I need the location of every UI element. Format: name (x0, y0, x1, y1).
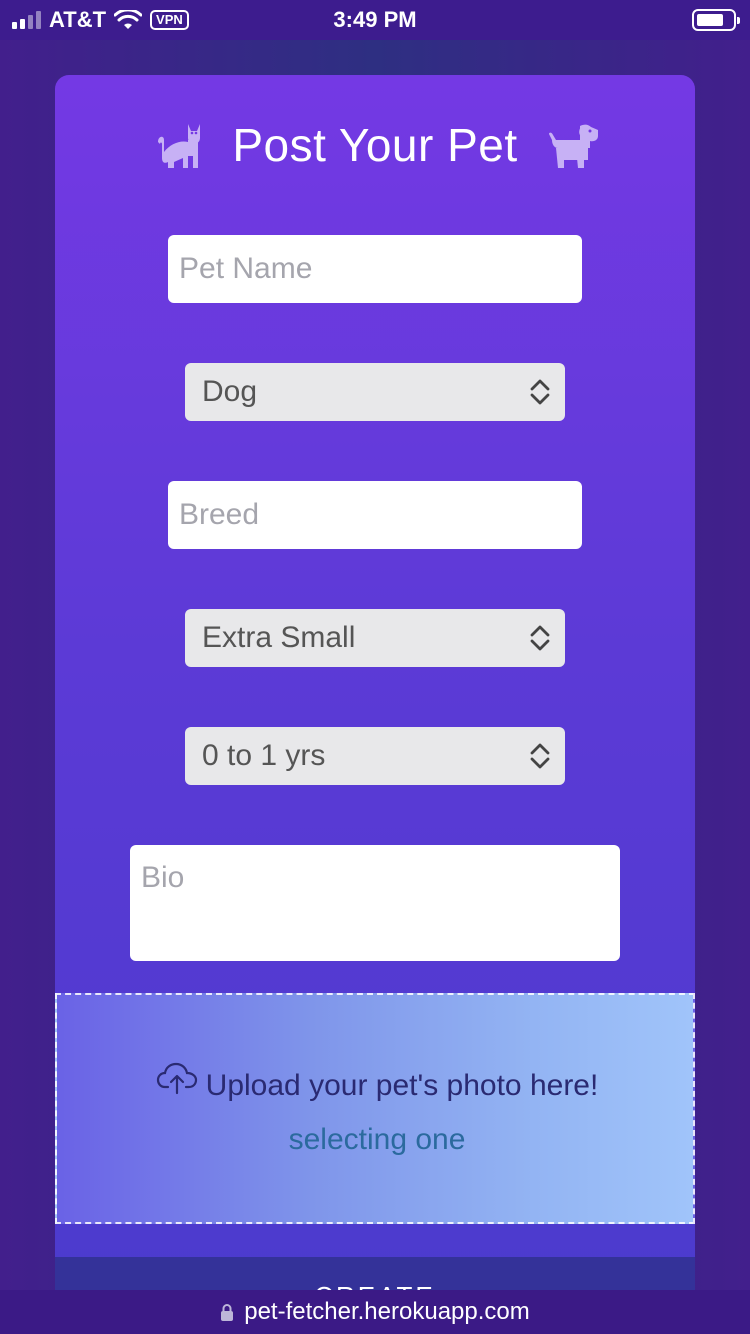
photo-dropzone[interactable]: Upload your pet's photo here! selecting … (55, 993, 695, 1224)
size-select[interactable]: Extra Small (185, 609, 565, 667)
dog-icon (548, 124, 598, 168)
title-row: Post Your Pet (55, 115, 695, 175)
cat-icon (158, 124, 201, 168)
cloud-upload-icon (156, 1062, 197, 1095)
species-selected-value: Dog (202, 375, 258, 408)
bio-textarea[interactable] (130, 845, 620, 961)
browser-url-bar[interactable]: pet-fetcher.herokuapp.com (0, 1290, 750, 1334)
upload-prompt-text: Upload your pet's photo here! (205, 1069, 599, 1102)
age-select[interactable]: 0 to 1 yrs (185, 727, 565, 785)
upload-prompt-row: Upload your pet's photo here! (57, 1062, 695, 1103)
post-pet-card: Post Your Pet Dog Extra Small 0 to (55, 75, 695, 1334)
breed-input[interactable] (168, 481, 582, 549)
pet-name-input[interactable] (168, 235, 582, 303)
species-select[interactable]: Dog (185, 363, 565, 421)
chevron-updown-icon (530, 625, 550, 651)
select-file-link[interactable]: selecting one (57, 1123, 695, 1157)
chevron-updown-icon (530, 379, 550, 405)
age-selected-value: 0 to 1 yrs (202, 739, 326, 772)
size-selected-value: Extra Small (202, 621, 356, 654)
url-text: pet-fetcher.herokuapp.com (244, 1298, 530, 1325)
lock-icon (221, 1304, 234, 1321)
status-time: 3:49 PM (333, 7, 417, 32)
battery-icon (692, 9, 740, 31)
chevron-updown-icon (530, 743, 550, 769)
status-bar: AT&T VPN 3:49 PM (0, 0, 750, 40)
page-title: Post Your Pet (232, 119, 518, 171)
